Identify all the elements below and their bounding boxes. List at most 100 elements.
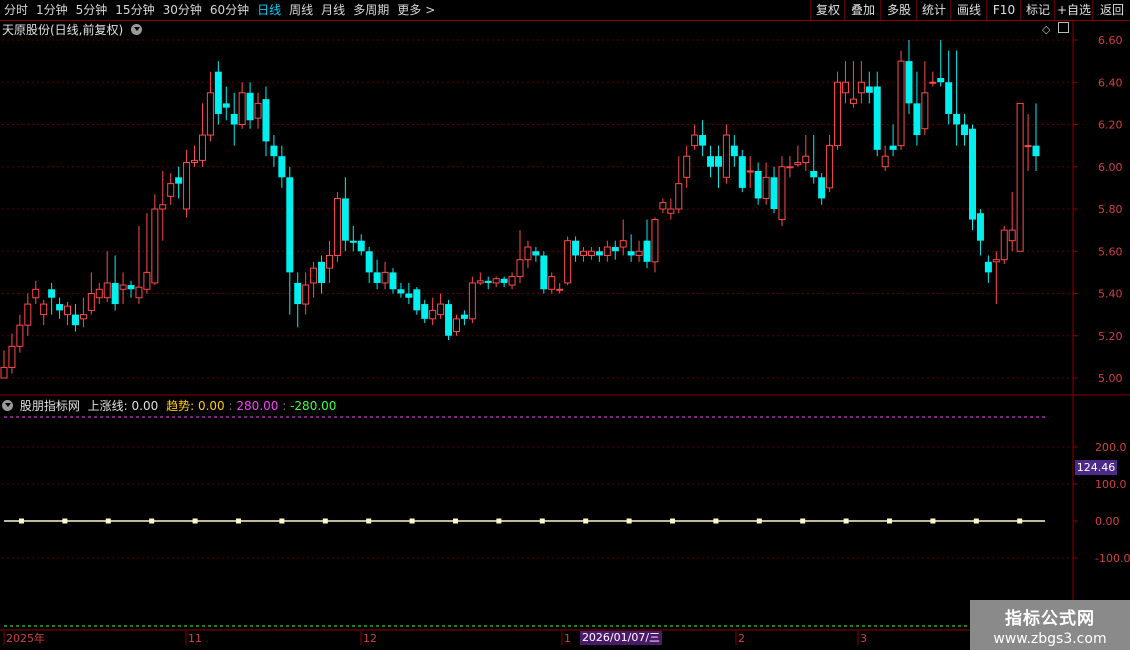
y-tick-label: 6.60 [1098,34,1123,47]
candle-body [16,324,24,347]
candle-body [881,155,889,168]
trend-marker [409,518,415,524]
trend-marker [843,518,849,524]
candle-body [0,366,8,379]
candle-body [905,61,913,104]
candle-body [87,293,95,311]
candle-body [484,280,492,283]
candle-body [476,280,484,284]
candle-body [556,288,564,291]
candle-body [683,155,691,178]
y-tick-label: 5.00 [1098,372,1123,385]
candle-body [548,276,556,290]
candle-body [770,177,778,209]
candle-body [445,304,453,336]
candle-body [1024,145,1032,148]
trend-marker [1017,518,1023,524]
candle-body [929,81,937,84]
watermark-title: 指标公式网 [1005,609,1095,629]
candle-body [794,162,802,166]
trend-marker [105,518,111,524]
candle-body [24,303,32,326]
indicator-tick-label: -100.0 [1095,552,1130,565]
y-tick-label: 6.00 [1098,161,1123,174]
candle-body [214,71,222,114]
candle-body [659,202,667,210]
candle-body [246,92,254,121]
candle-body [1000,229,1008,261]
candle-body [865,86,873,93]
candle-body [460,314,468,319]
candle-body [945,82,953,114]
candle-body [159,204,167,210]
trend-marker [62,518,68,524]
candle-body [341,198,349,241]
candle-body [310,267,318,284]
candle-body [580,250,588,256]
trend-marker [583,518,589,524]
indicator-tick-label: 0.00 [1095,515,1120,528]
candle-body [143,271,151,290]
candle-body [603,246,611,256]
candle-body [746,170,754,173]
candle-body [508,276,516,286]
time-label: 12 [363,632,377,645]
cursor-value-badge: 124.46 [1075,460,1117,475]
candle-body [857,81,865,94]
candle-body [183,162,191,210]
candle-body [754,170,762,199]
candle-body [849,98,857,104]
candle-body [667,208,675,214]
trend-marker [670,518,675,524]
candle-body [826,145,834,189]
candle-body [572,240,580,256]
candle-body [937,78,945,83]
trend-marker [366,518,372,524]
candle-body [699,135,707,146]
watermark-url: www.zbgs3.com [993,631,1107,647]
y-tick-label: 5.20 [1098,330,1123,343]
candle-body [762,176,770,199]
candle-body [191,159,199,164]
indicator-tick-label: 200.0 [1095,441,1127,454]
candle-body [778,166,786,221]
kline-chart[interactable]: 6.60 6.40 6.20 6.00 5.80 5.60 5.40 5.20 5.00 200.… [0,0,1130,650]
candle-body [643,240,651,262]
time-label: 2025年 [6,631,45,645]
candle-body [961,124,969,136]
trend-marker [800,518,806,524]
candle-body [984,261,992,273]
candle-body [413,289,421,311]
y-tick-label: 5.60 [1098,245,1123,258]
candle-body [32,288,40,299]
candle-body [691,134,699,147]
candle-body [71,314,79,326]
watermark: 指标公式网 www.zbgs3.com [970,600,1130,650]
candle-body [834,81,842,147]
candle-body [953,113,961,125]
candle-body [270,145,278,157]
cursor-date-badge: 2026/01/07/三 [580,631,662,645]
candle-body [357,240,365,252]
candle-body [738,156,746,188]
candle-body [294,282,302,305]
trend-marker [496,518,502,524]
candle-body [587,250,595,256]
candle-body [619,240,627,248]
time-label: 3 [860,632,867,645]
candle-body [230,113,238,125]
trend-marker [887,518,892,524]
time-label: 2 [738,632,745,645]
candle-body [325,254,333,269]
candle-body [786,166,794,169]
candle-body [802,155,810,164]
candle-body [1016,102,1024,252]
candle-body [389,272,397,290]
candle-body [810,170,818,178]
candle-body [127,285,135,290]
candle-body [500,278,508,283]
candle-body [1008,229,1016,242]
candle-body [278,156,286,178]
candle-body [95,288,103,299]
candle-body [468,282,476,320]
